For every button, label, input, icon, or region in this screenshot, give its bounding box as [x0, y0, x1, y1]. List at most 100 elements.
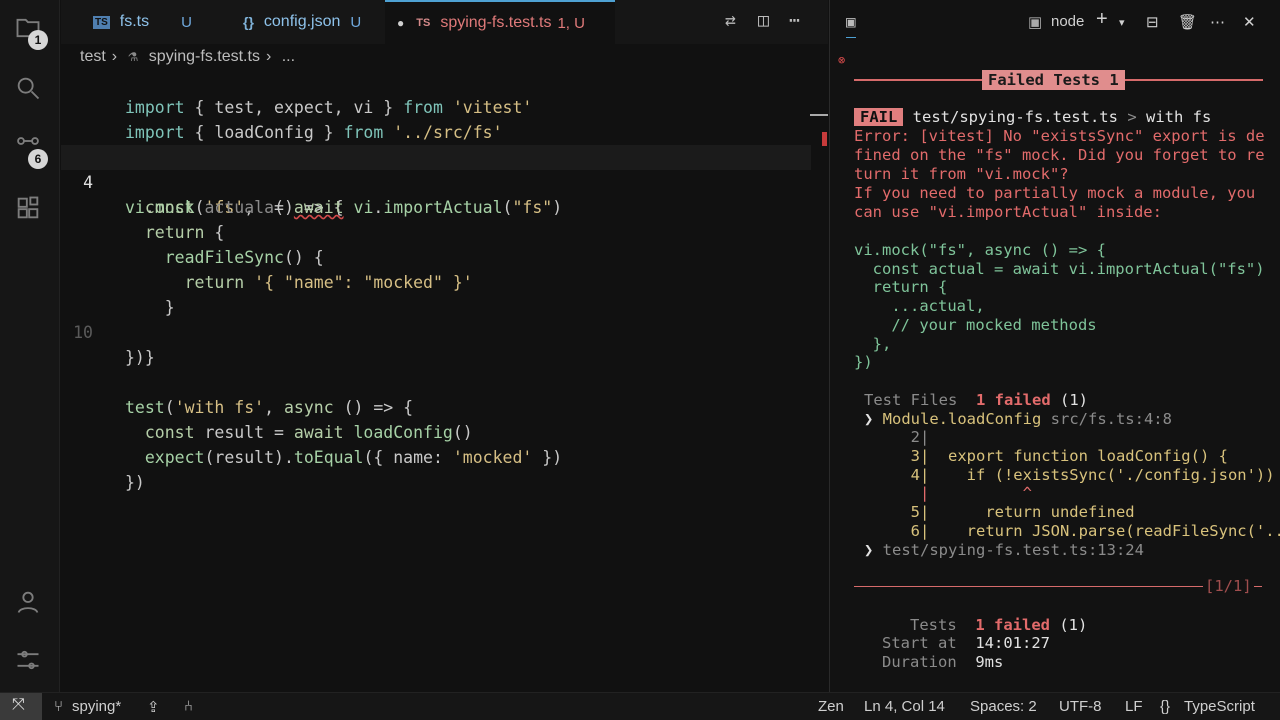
- test-file-icon: ⚗: [127, 50, 139, 64]
- remote-indicator[interactable]: ⤧: [0, 693, 42, 720]
- branch-icon: ⑂: [54, 698, 64, 715]
- json-file-icon: {}: [243, 14, 254, 30]
- braces-icon: {}: [1160, 698, 1171, 715]
- close-icon[interactable]: ✕: [1243, 13, 1256, 31]
- search-icon[interactable]: [14, 74, 46, 106]
- code-line: }): [125, 348, 145, 367]
- hint-line: },: [854, 335, 892, 353]
- explorer-badge: 1: [28, 30, 48, 50]
- terminal-icon[interactable]: ▣: [846, 12, 856, 38]
- code-editor[interactable]: import { test, expect, vi } from 'vitest…: [61, 70, 828, 692]
- encoding[interactable]: UTF-8: [1059, 698, 1102, 715]
- code-snippet-line: 6| return JSON.parse(readFileSync('...: [864, 522, 1280, 540]
- fail-tag: FAIL: [854, 108, 904, 126]
- settings-sliders-icon[interactable]: [14, 646, 46, 678]
- error-line: If you need to partially mock a module, …: [854, 184, 1256, 202]
- error-circle-icon: ⊗: [838, 53, 846, 67]
- language-mode[interactable]: TypeScript: [1184, 698, 1255, 715]
- error-line: turn it from "vi.mock"?: [854, 165, 1069, 183]
- more-actions-icon[interactable]: ⋯: [789, 10, 800, 31]
- hint-line: ...actual,: [854, 297, 985, 315]
- failed-tests-header: Failed Tests 1: [854, 70, 1263, 90]
- hint-line: // your mocked methods: [854, 316, 1097, 334]
- tab-spying-fs-test-ts[interactable]: ● TS spying-fs.test.ts 1, U: [385, 0, 615, 44]
- code-line: import { loadConfig } from '../src/fs': [125, 123, 503, 142]
- status-bar: ⤧ ⑂ spying* ⇪ ⑃ Zen Ln 4, Col 14 Spaces:…: [0, 692, 1280, 720]
- code-line: import { test, expect, vi } from 'vitest…: [125, 98, 533, 117]
- tab-status: U: [181, 13, 192, 31]
- code-line: return '{ "name": "mocked" }': [184, 273, 473, 292]
- activity-bar: 1 6: [0, 0, 60, 692]
- code-snippet-line: 4| if (!existsSync('./config.json')): [864, 466, 1275, 484]
- terminal-small-icon: ▣: [1028, 14, 1043, 31]
- tab-status: U: [350, 13, 362, 31]
- tab-label: fs.ts: [119, 13, 150, 30]
- code-line: 10 }: [61, 295, 811, 367]
- stack-trace-line: ❯ test/spying-fs.test.ts:13:24: [864, 541, 1144, 559]
- error-line: Error: [vitest] No "existsSync" export i…: [854, 127, 1265, 145]
- source-control-badge: 6: [28, 149, 48, 169]
- remote-icon: ⤧: [12, 696, 25, 713]
- more-actions-icon[interactable]: ⋯: [1210, 13, 1225, 31]
- breadcrumb-folder[interactable]: test: [80, 48, 106, 65]
- hint-line: }): [854, 353, 873, 371]
- extensions-icon[interactable]: [14, 194, 46, 226]
- code-line: const result = await loadConfig(): [144, 423, 473, 442]
- split-terminal-icon[interactable]: ⊟: [1146, 13, 1159, 31]
- editor-tab-bar: TS fs.ts U {} config.json U ● TS spying-…: [61, 0, 828, 44]
- cursor-position[interactable]: Ln 4, Col 14: [864, 698, 945, 715]
- zen-mode[interactable]: Zen: [818, 698, 844, 715]
- pager: [1/1]: [1205, 577, 1252, 595]
- tab-fs-ts[interactable]: TS fs.ts U: [93, 0, 192, 44]
- tab-label: spying-fs.test.ts: [440, 14, 552, 31]
- code-line: expect(result).toEqual({ name: 'mocked' …: [144, 448, 563, 467]
- account-icon[interactable]: [14, 588, 46, 620]
- compare-icon[interactable]: ⇄: [725, 10, 736, 31]
- duration: Duration 9ms: [882, 653, 1004, 671]
- chevron-down-icon[interactable]: ▾: [1119, 16, 1125, 29]
- code-line: readFileSync() {: [164, 248, 324, 267]
- minimap[interactable]: [810, 70, 828, 450]
- tab-label: config.json: [263, 13, 341, 30]
- code-line: test('with fs', async () => {: [125, 398, 414, 417]
- test-file-icon: TS: [416, 17, 431, 29]
- error-line: can use "vi.importActual" inside:: [854, 203, 1162, 221]
- code-line: const actual = await vi.importActual("fs…: [144, 198, 563, 217]
- unsaved-dot-icon[interactable]: ●: [397, 16, 404, 30]
- hint-line: const actual = await vi.importActual("fs…: [854, 260, 1265, 278]
- indentation[interactable]: Spaces: 2: [970, 698, 1037, 715]
- code-line: }): [125, 473, 145, 492]
- tests-summary: Tests 1 failed (1): [910, 616, 1088, 634]
- sync-icon[interactable]: ⇪: [147, 698, 160, 716]
- add-terminal-icon[interactable]: +: [1096, 8, 1108, 31]
- start-at: Start at 14:01:27: [882, 634, 1050, 652]
- terminal-panel: ▣ ▣ node + ▾ ⊟ 🗑 ⋯ ✕ ⊗ Failed Tests 1 FA…: [829, 0, 1280, 692]
- stack-trace-line: ❯ Module.loadConfig src/fs.ts:4:8: [864, 410, 1172, 428]
- code-line: }: [125, 298, 175, 317]
- fail-line: FAIL test/spying-fs.test.ts > with fs: [854, 108, 1211, 127]
- tab-config-json[interactable]: {} config.json U: [243, 0, 361, 44]
- code-snippet-line: 3| export function loadConfig() {: [864, 447, 1228, 465]
- code-snippet-line: 2|: [864, 428, 930, 446]
- code-snippet-line: | ^: [864, 484, 1032, 502]
- hint-line: return {: [854, 278, 948, 296]
- code-line: 💡: [61, 120, 811, 167]
- test-files-summary: Test Files 1 failed (1): [864, 391, 1088, 409]
- branch-name[interactable]: spying*: [72, 698, 121, 715]
- hint-line: vi.mock("fs", async () => {: [854, 241, 1106, 259]
- chevron-right-icon: ›: [111, 48, 118, 65]
- breadcrumb-file[interactable]: spying-fs.test.ts: [149, 48, 260, 65]
- tab-status: 1, U: [557, 14, 585, 32]
- end-of-line[interactable]: LF: [1125, 698, 1143, 715]
- pull-request-icon[interactable]: ⑃: [184, 698, 193, 715]
- chevron-right-icon: ›: [265, 48, 272, 65]
- trash-icon[interactable]: 🗑: [1178, 13, 1197, 31]
- terminal-toolbar: ▣ ▣ node + ▾ ⊟ 🗑 ⋯ ✕: [830, 0, 1280, 44]
- code-snippet-line: 5| return undefined: [864, 503, 1135, 521]
- breadcrumb: test › ⚗ spying-fs.test.ts › ...: [80, 48, 301, 66]
- typescript-file-icon: TS: [93, 15, 110, 29]
- breadcrumb-more[interactable]: ...: [282, 48, 295, 65]
- split-editor-icon[interactable]: ◫: [758, 10, 769, 31]
- code-line: return {: [144, 223, 225, 242]
- terminal-name[interactable]: node: [1051, 13, 1084, 30]
